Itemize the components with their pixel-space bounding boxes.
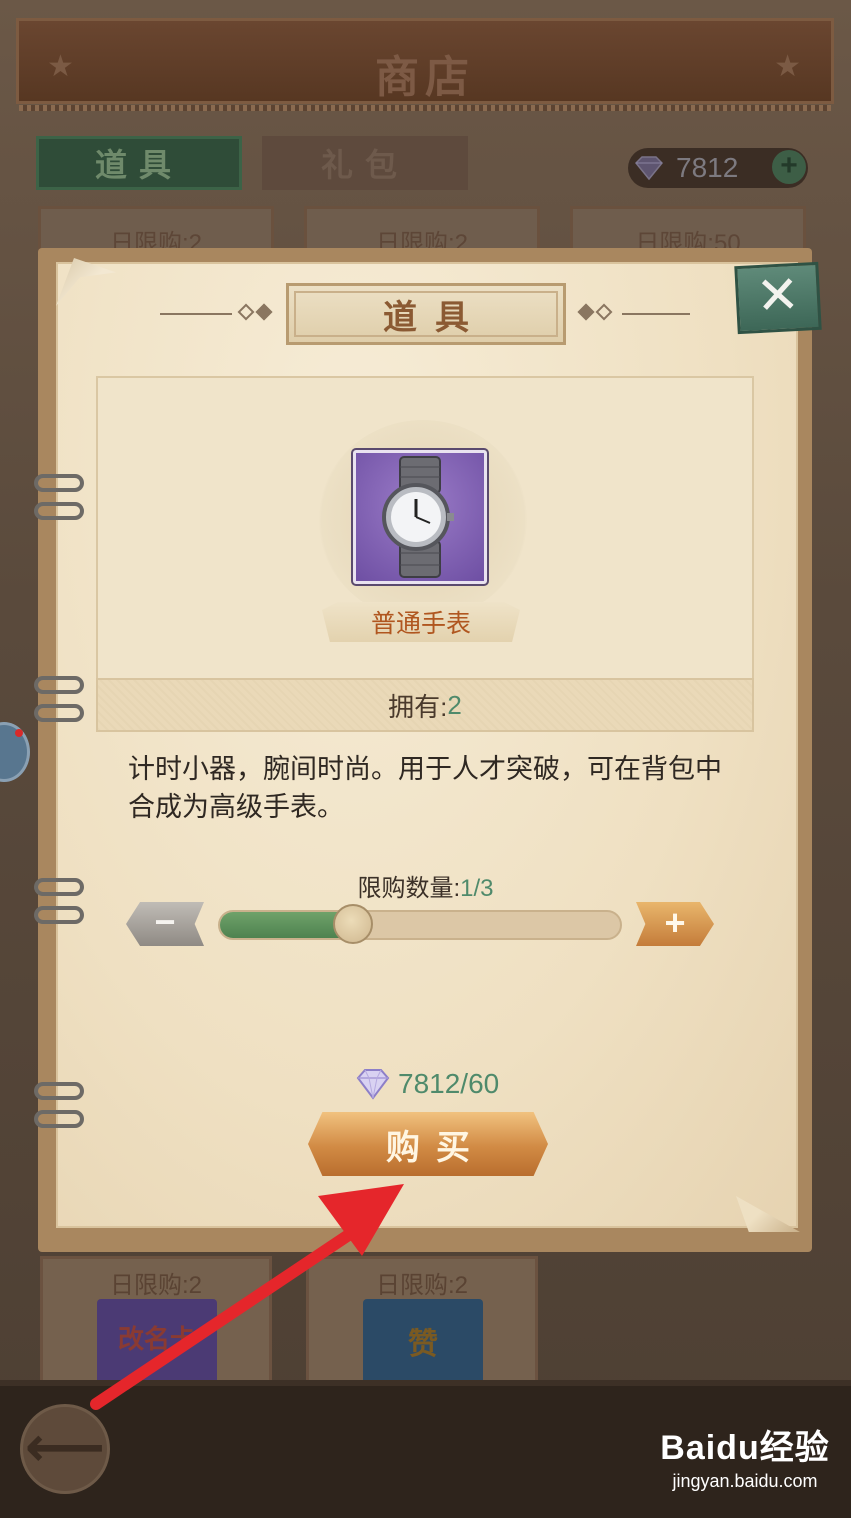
binder-ring: [34, 704, 84, 722]
shop-card[interactable]: 日限购:2 赞: [306, 1256, 538, 1389]
item-description: 计时小器，腕间时尚。用于人才突破，可在背包中合成为高级手表。: [128, 754, 722, 822]
card-limit-label: 日限购:2: [375, 1272, 468, 1299]
decrease-quantity-button[interactable]: −: [126, 902, 204, 946]
price-display: 7812/60: [354, 1068, 499, 1100]
tab-items[interactable]: 道具: [36, 136, 242, 190]
item-name-ribbon: 普通手表: [322, 602, 520, 642]
owned-count: 2: [447, 689, 462, 720]
price-text: 7812/60: [398, 1068, 500, 1099]
title-divider: [622, 313, 690, 315]
back-arrow-icon: ⟵: [24, 1415, 106, 1478]
binder-ring: [34, 474, 84, 492]
quantity-slider[interactable]: [218, 910, 622, 940]
close-icon: ✕: [754, 265, 802, 327]
tab-items-label: 道具: [94, 146, 183, 184]
currency-amount: 7812: [676, 152, 739, 183]
dialog-title: 道具: [383, 297, 487, 338]
binder-ring: [34, 676, 84, 694]
shop-title: 商店: [375, 52, 475, 103]
notification-dot: [15, 729, 23, 737]
diamond-icon: [634, 156, 664, 181]
binder-ring: [34, 1110, 84, 1128]
wristwatch-icon: [351, 448, 489, 586]
back-button[interactable]: ⟵: [20, 1404, 110, 1494]
title-divider: [160, 313, 232, 315]
minus-icon: −: [154, 901, 176, 942]
header-divider: [19, 105, 831, 111]
rename-card-thumbnail: 改名卡: [97, 1299, 217, 1389]
thumb-text: 赞: [408, 1328, 438, 1361]
tab-gift-packs[interactable]: 礼包: [262, 136, 468, 190]
binder-ring: [34, 502, 84, 520]
quantity-slider-handle[interactable]: [333, 904, 373, 944]
shop-card[interactable]: 日限购:2 改名卡: [40, 1256, 272, 1389]
item-name: 普通手表: [370, 610, 471, 638]
shop-header: ★ 商店 ★: [16, 18, 834, 111]
like-card-thumbnail: 赞: [363, 1299, 483, 1389]
buy-button[interactable]: 购买: [308, 1112, 548, 1176]
watermark-brand: Baidu经验: [660, 1429, 830, 1467]
watermark-url: jingyan.baidu.com: [672, 1471, 818, 1491]
purchase-limit-label: 限购数量:1/3: [0, 868, 851, 903]
currency-display: 7812 +: [628, 148, 808, 188]
owned-count-bar: 拥有: 2: [96, 678, 754, 732]
limit-value: 1/3: [460, 875, 494, 902]
star-icon: ★: [774, 50, 801, 83]
buy-button-label: 购买: [386, 1127, 486, 1168]
baidu-watermark: Baidu经验 jingyan.baidu.com: [650, 1420, 840, 1492]
increase-quantity-button[interactable]: +: [636, 902, 714, 946]
diamond-icon: [356, 1069, 390, 1100]
close-button[interactable]: ✕: [734, 261, 822, 335]
tab-gift-packs-label: 礼包: [320, 146, 409, 184]
plus-icon: +: [664, 902, 686, 943]
thumb-text: 改名卡: [117, 1324, 196, 1354]
owned-label: 拥有:: [388, 691, 448, 722]
card-limit-label: 日限购:2: [109, 1272, 202, 1299]
dialog-title-banner: 道具: [286, 283, 566, 345]
binder-ring: [34, 1082, 84, 1100]
add-currency-button[interactable]: +: [772, 150, 806, 184]
limit-label-text: 限购数量:: [357, 875, 461, 902]
binder-ring: [34, 906, 84, 924]
